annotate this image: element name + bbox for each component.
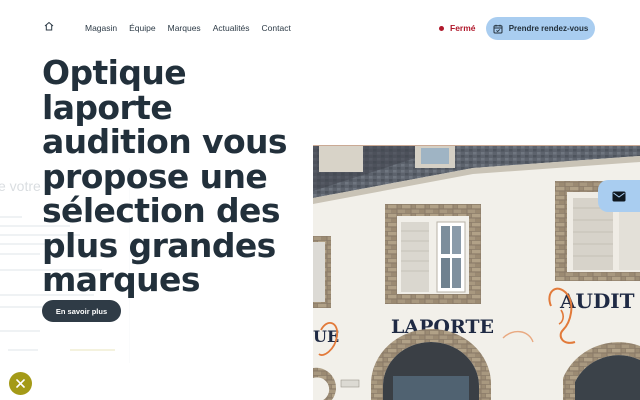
learn-more-button[interactable]: En savoir plus — [42, 300, 121, 322]
opening-status: Fermé — [439, 23, 476, 33]
hero-title-line: propose une — [42, 156, 268, 196]
nav-magasin[interactable]: Magasin — [85, 23, 117, 33]
cookie-close-button[interactable] — [9, 372, 32, 395]
home-icon[interactable] — [44, 21, 54, 31]
faded-line — [8, 349, 38, 351]
appointment-button[interactable]: Prendre rendez-vous — [486, 17, 595, 40]
storefront-photo: LAPORTE AUDIT UE — [313, 145, 640, 400]
calendar-icon — [493, 24, 503, 33]
faded-line — [70, 349, 115, 351]
hero-title-line: sélection des — [42, 191, 280, 230]
nav-marques[interactable]: Marques — [168, 23, 201, 33]
hero-title-line: Optique laporte — [42, 53, 187, 127]
status-dot — [439, 25, 444, 31]
hero-title-line: marques — [42, 260, 200, 299]
faded-line — [0, 330, 40, 332]
contact-mail-button[interactable] — [598, 180, 640, 212]
main-nav: Magasin Équipe Marques Actualités Contac… — [85, 23, 291, 33]
appointment-label: Prendre rendez-vous — [508, 24, 589, 33]
faded-line — [0, 253, 40, 255]
status-label: Fermé — [450, 23, 476, 33]
hero-title-line: plus grandes — [42, 225, 276, 265]
hero-title: Optique laporte audition vous propose un… — [42, 53, 317, 299]
mail-icon — [612, 191, 626, 201]
nav-equipe[interactable]: Équipe — [129, 23, 155, 33]
faded-line — [0, 306, 48, 308]
close-icon — [16, 379, 25, 388]
faded-popup-title: e votre — [0, 178, 41, 194]
site-header: Magasin Équipe Marques Actualités Contac… — [0, 0, 640, 56]
nav-contact[interactable]: Contact — [262, 23, 291, 33]
storefront-illustration: LAPORTE AUDIT UE — [313, 146, 640, 400]
faded-line — [0, 216, 22, 218]
hero-title-line: audition vous — [42, 122, 288, 161]
nav-actualites[interactable]: Actualités — [213, 23, 250, 33]
